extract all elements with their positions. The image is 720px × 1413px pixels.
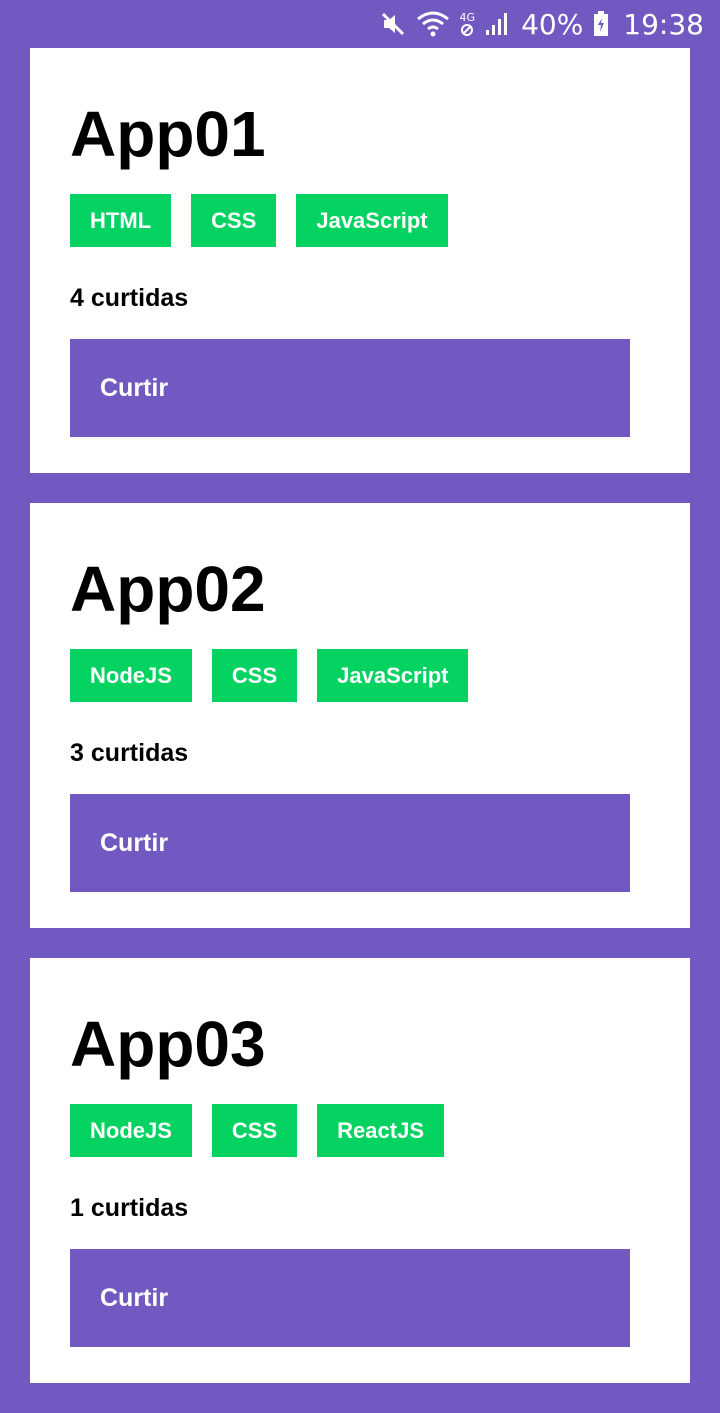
tech-tag: CSS [191,194,277,247]
tech-tag: CSS [211,1104,298,1157]
likes-suffix: curtidas [90,1194,189,1222]
likes-counter: 4 curtidas [70,283,650,313]
battery-icon [593,9,609,39]
repository-list: App01 HTML CSS JavaScript 4 curtidas Cur… [30,48,690,1413]
tech-tag: CSS [211,649,298,702]
tech-tag: NodeJS [70,649,192,702]
like-button[interactable]: Curtir [70,794,630,892]
repository-card: App01 HTML CSS JavaScript 4 curtidas Cur… [30,48,690,473]
status-bar: 4G 40% 19:38 [0,0,720,48]
tech-tag: JavaScript [296,194,448,247]
tech-tag: HTML [70,194,172,247]
likes-count: 1 [70,1194,84,1222]
repository-card: App03 NodeJS CSS ReactJS 1 curtidas Curt… [30,958,690,1383]
tech-tag: NodeJS [70,1104,192,1157]
likes-suffix: curtidas [90,739,189,767]
likes-counter: 3 curtidas [70,738,650,768]
repository-title: App01 [70,98,266,170]
likes-count: 4 [70,284,84,312]
likes-counter: 1 curtidas [70,1193,650,1223]
tech-list: HTML CSS JavaScript [70,194,650,247]
signal-icon [485,9,511,39]
clock: 19:38 [623,7,704,41]
likes-suffix: curtidas [90,284,189,312]
tech-tag: ReactJS [317,1104,445,1157]
mute-icon [380,9,406,39]
like-button[interactable]: Curtir [70,339,630,437]
repository-card: App02 NodeJS CSS JavaScript 3 curtidas C… [30,503,690,928]
wifi-icon [416,9,450,39]
likes-count: 3 [70,739,84,767]
battery-percent: 40% [521,7,584,41]
network-4g-icon: 4G [459,9,476,39]
tech-list: NodeJS CSS JavaScript [70,649,650,702]
repository-title: App03 [70,1008,266,1080]
like-button[interactable]: Curtir [70,1249,630,1347]
tech-list: NodeJS CSS ReactJS [70,1104,650,1157]
network-label: 4G [459,10,476,24]
repository-title: App02 [70,553,266,625]
tech-tag: JavaScript [317,649,469,702]
